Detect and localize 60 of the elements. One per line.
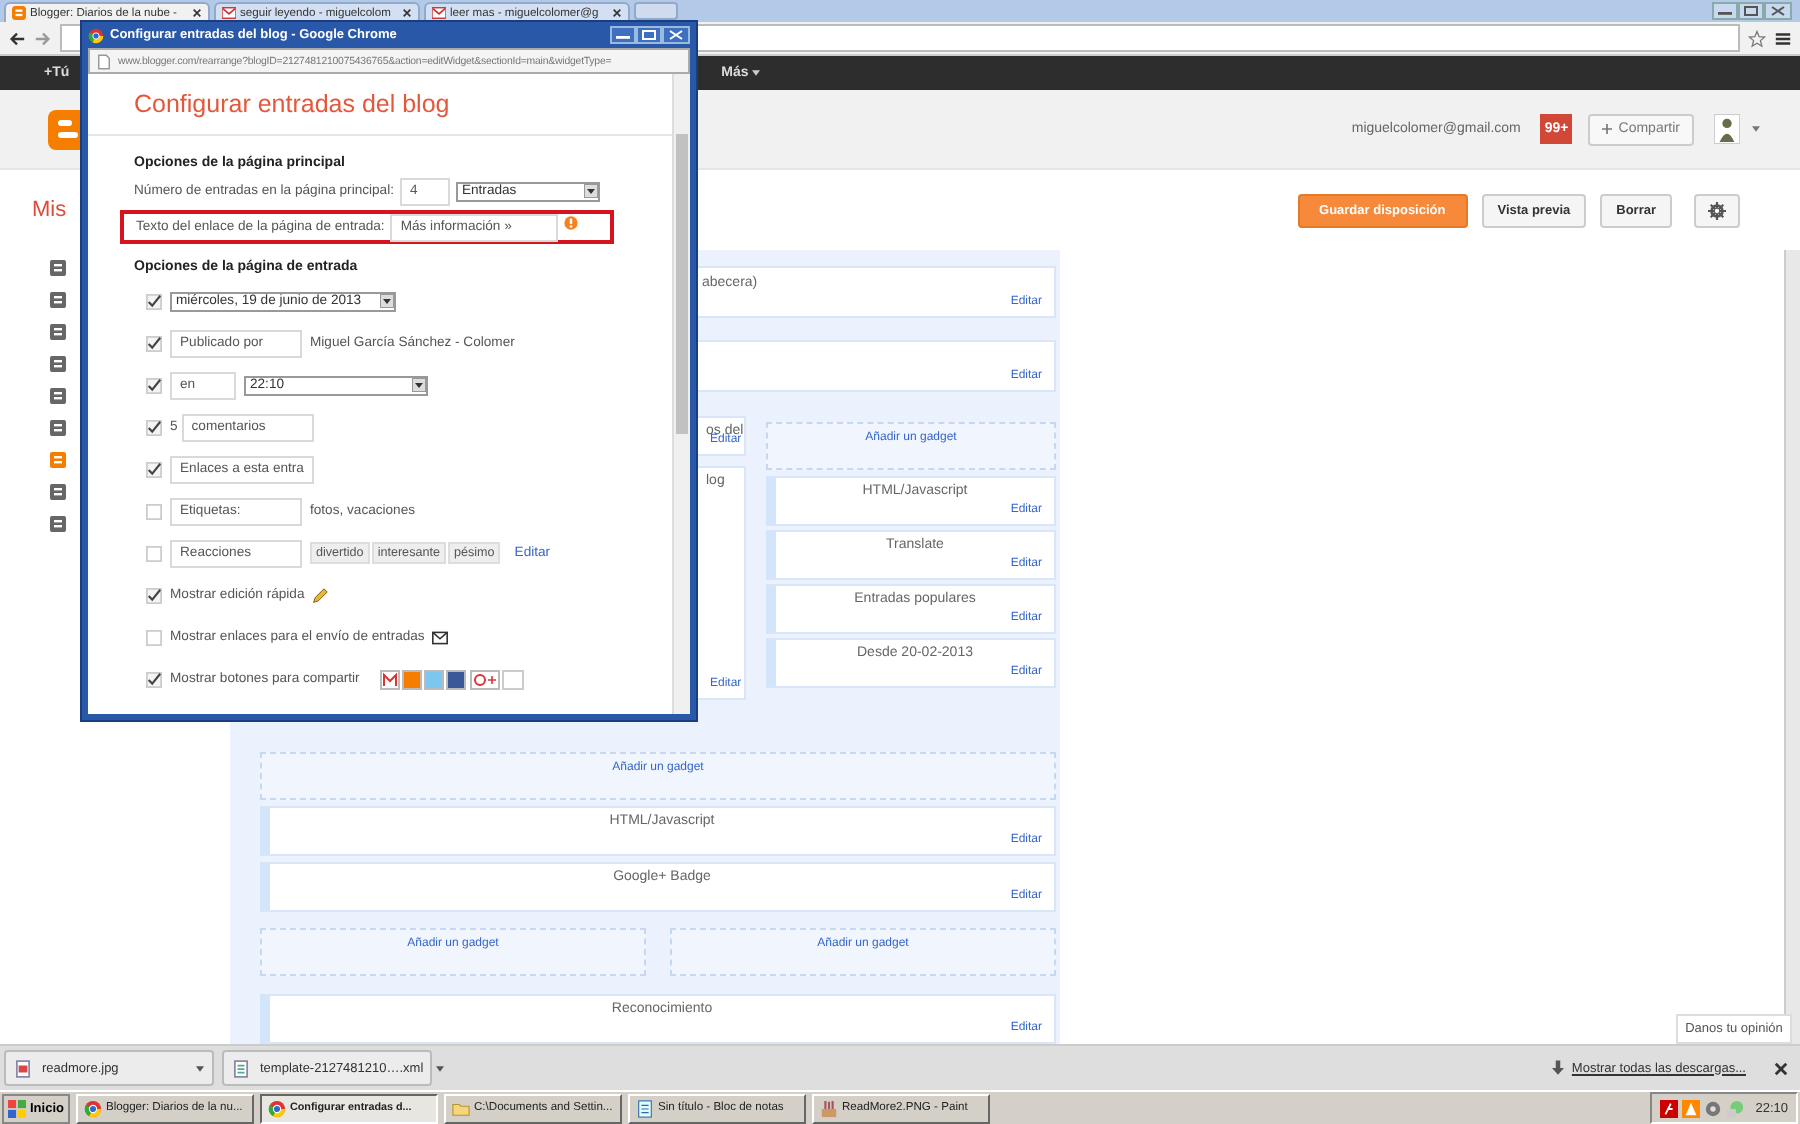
scrollbar[interactable] [672,74,690,714]
caret-icon[interactable] [435,1065,444,1071]
file-icon [234,1059,248,1077]
window-controls-icon[interactable] [610,26,690,44]
sidebar-item[interactable] [48,258,68,278]
sidebar-item[interactable] [48,290,68,310]
checkbox[interactable] [146,671,162,687]
help-icon[interactable] [564,216,579,230]
checkbox[interactable] [146,335,162,351]
plus-icon [1602,124,1613,134]
sidebar-item[interactable] [48,450,68,470]
checkbox[interactable] [146,293,162,309]
envelope-icon [432,6,446,20]
browser-icon [267,1099,286,1117]
window-controls-icon[interactable] [1710,2,1794,20]
caret-icon[interactable] [1752,126,1760,132]
tray-app-icon[interactable] [1703,1099,1722,1117]
sidebar-item[interactable] [48,514,68,534]
notepad-icon [635,1099,654,1117]
dialog-heading: Configurar entradas del blog [134,88,452,122]
settings-icon [1708,201,1726,219]
caret-icon[interactable] [196,1065,204,1071]
close-icon[interactable] [192,8,202,18]
caret-icon [752,70,761,76]
page-title: Mis [32,198,67,222]
sidebar-item[interactable] [48,354,68,374]
checkbox[interactable] [146,419,162,435]
envelope-icon [432,629,449,645]
sidebar-item[interactable] [48,322,68,342]
sidebar-item[interactable] [48,418,68,438]
folder-icon [451,1099,470,1117]
checkbox[interactable] [146,461,162,477]
star-icon[interactable] [1748,29,1766,47]
download-icon [1551,1060,1564,1076]
browser-icon [83,1099,102,1117]
dropdown-arrow-icon [583,184,598,198]
dropdown-arrow-icon [412,378,426,392]
pencil-icon [312,587,329,603]
browser-icon [88,27,104,43]
avatar-icon[interactable] [1714,114,1740,144]
envelope-icon [222,6,236,20]
dropdown-arrow-icon [380,294,394,308]
sidebar-item[interactable] [48,482,68,502]
checkbox[interactable] [146,377,162,393]
menu-icon[interactable] [1774,29,1792,47]
image-file-icon [16,1059,30,1077]
close-icon[interactable] [1774,1061,1788,1075]
settings-button[interactable] [1694,193,1740,227]
paint-brush-icon [819,1099,838,1117]
scrollbar[interactable] [1784,250,1800,1044]
back-arrow-icon[interactable] [8,29,26,47]
sidebar-item[interactable] [48,386,68,406]
blog-favicon-icon [12,6,26,20]
share-buttons-icon [379,669,524,689]
close-icon[interactable] [402,8,412,18]
tray-app-icon[interactable] [1659,1099,1678,1117]
windows-flag-icon [8,1099,26,1117]
checkbox[interactable] [146,587,162,603]
page-icon [98,53,110,69]
close-icon[interactable] [612,8,622,18]
